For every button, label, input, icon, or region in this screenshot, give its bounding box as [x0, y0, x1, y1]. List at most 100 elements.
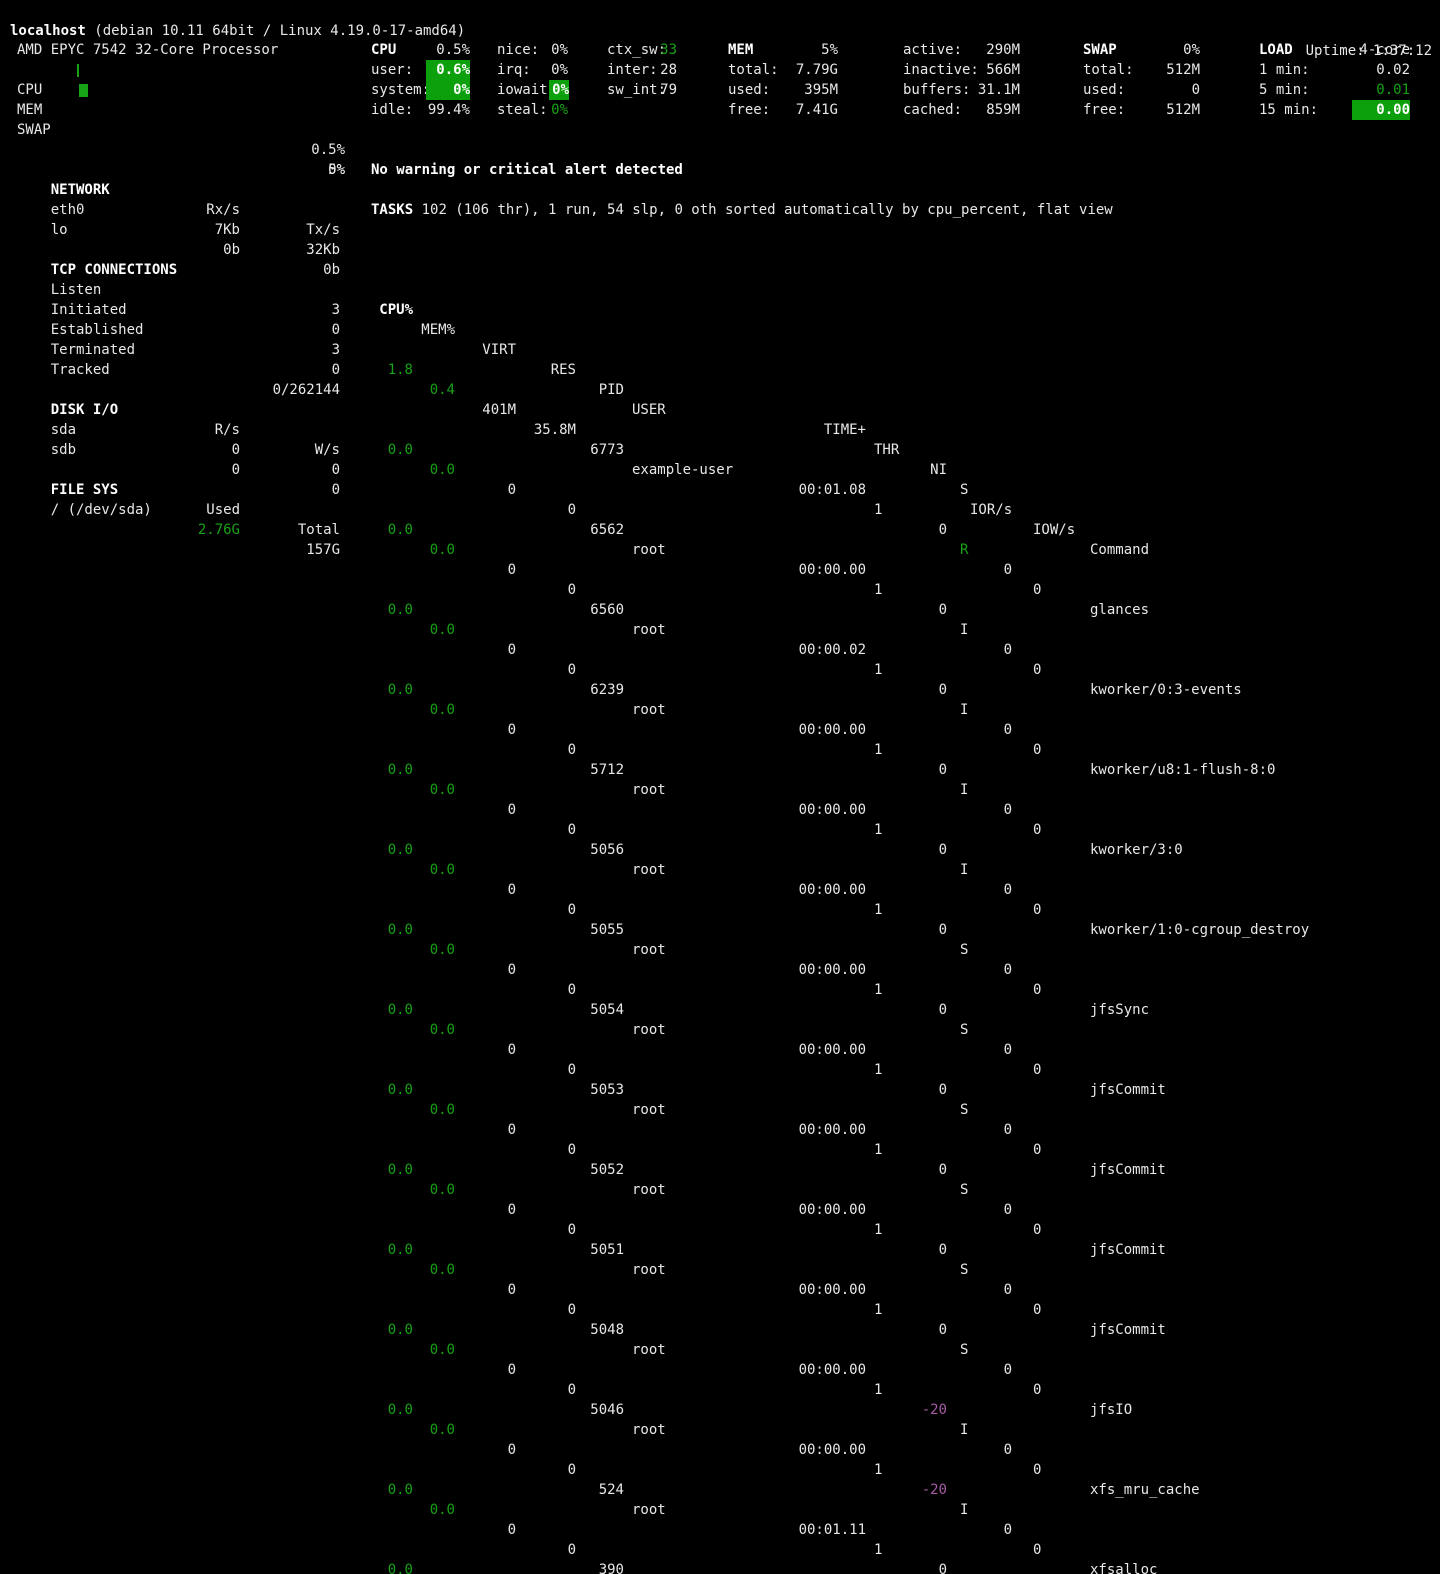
interface-name: lo — [51, 222, 68, 238]
swap-used-label: used: — [1083, 80, 1125, 100]
process-state: I — [960, 700, 968, 720]
process-mem-percent: 0.0 — [421, 1340, 455, 1360]
process-row: 1.8 0.4 401M 35.8M 6773 example-user 00:… — [0, 320, 1440, 340]
process-pid: 5055 — [580, 920, 624, 940]
process-command: glances — [1090, 600, 1149, 620]
load-15min-label: 15 min: — [1259, 100, 1318, 120]
process-threads: 1 — [874, 1540, 882, 1560]
cpu-title: CPU — [371, 40, 396, 60]
cpu-system-value: 0% — [426, 80, 470, 100]
swap-total-value: 512M — [1120, 60, 1200, 80]
process-io-write: 0 — [1033, 1380, 1041, 1400]
process-cpu-percent: 0.0 — [379, 1240, 413, 1260]
process-command: jfsSync — [1090, 1000, 1149, 1020]
terminal-glances[interactable]: { "colors": { "background": "#000000", "… — [0, 0, 1440, 787]
process-command: jfsCommit — [1090, 1320, 1166, 1340]
cpu-iowait-label: iowait: — [497, 80, 556, 100]
process-pid: 6562 — [580, 520, 624, 540]
process-mem-percent: 0.0 — [421, 780, 455, 800]
load-1min-value: 0.02 — [1330, 60, 1410, 80]
swap-used-value: 0 — [1120, 80, 1200, 100]
process-row: 0.0 0.0 0 0 5048 root 00:00.00 1 -20 I 0… — [0, 1200, 1440, 1220]
process-threads: 1 — [874, 1460, 882, 1480]
alert-message: No warning or critical alert detected — [371, 160, 683, 180]
process-cpu-percent: 0.0 — [379, 1000, 413, 1020]
process-nice: 0 — [905, 920, 947, 940]
process-nice: 0 — [905, 1240, 947, 1260]
process-row: 0.0 0.0 0 0 5053 root 00:00.00 1 0 S 0 0… — [0, 960, 1440, 980]
process-mem-percent: 0.0 — [421, 1100, 455, 1120]
swap-percent: 0% — [1120, 40, 1200, 60]
process-mem-percent: 0.0 — [421, 540, 455, 560]
process-state: I — [960, 860, 968, 880]
process-command: jfsCommit — [1090, 1240, 1166, 1260]
process-user: root — [632, 1100, 666, 1120]
load-15min-value: 0.00 — [1352, 100, 1410, 120]
mem-inactive-value: 566M — [940, 60, 1020, 80]
process-user: root — [632, 1180, 666, 1200]
process-state: S — [960, 1020, 968, 1040]
process-command: kworker/1:0-cgroup_destroy — [1090, 920, 1309, 940]
process-user: root — [632, 1340, 666, 1360]
process-state: S — [960, 1180, 968, 1200]
process-nice: 0 — [905, 1160, 947, 1180]
cpu-system-label: system: — [371, 80, 430, 100]
process-io-write: 0 — [1033, 660, 1041, 680]
process-nice: 0 — [905, 1560, 947, 1574]
process-cpu-percent: 0.0 — [379, 520, 413, 540]
process-io-write: 0 — [1033, 900, 1041, 920]
process-row: 0.0 0.0 0 0 6560 root 00:00.02 1 0 I 0 0… — [0, 480, 1440, 500]
process-nice: 0 — [905, 840, 947, 860]
process-res: 0 — [520, 660, 576, 680]
process-user: root — [632, 700, 666, 720]
process-cpu-percent: 0.0 — [379, 440, 413, 460]
process-user: example-user — [632, 460, 733, 480]
process-user: root — [632, 620, 666, 640]
cpu-idle-value: 99.4% — [398, 100, 470, 120]
process-threads: 1 — [874, 580, 882, 600]
network-row: eth0 7Kb 32Kb — [17, 180, 345, 200]
process-user: root — [632, 1420, 666, 1440]
process-threads: 1 — [874, 660, 882, 680]
process-res: 0 — [520, 500, 576, 520]
process-nice: 0 — [905, 1320, 947, 1340]
process-cpu-percent: 0.0 — [379, 840, 413, 860]
process-command: xfs_mru_cache — [1090, 1480, 1200, 1500]
process-state: S — [960, 1340, 968, 1360]
process-row: 0.0 0.0 0 0 6562 root 00:00.00 1 0 I 0 0… — [0, 400, 1440, 420]
process-rows: 1.8 0.4 401M 35.8M 6773 example-user 00:… — [0, 280, 1440, 1574]
process-res: 0 — [520, 1140, 576, 1160]
process-pid: 5048 — [580, 1320, 624, 1340]
process-user: root — [632, 860, 666, 880]
process-threads: 1 — [874, 1300, 882, 1320]
process-cpu-percent: 0.0 — [379, 760, 413, 780]
process-io-write: 0 — [1033, 980, 1041, 1000]
process-pid: 5712 — [580, 760, 624, 780]
process-mem-percent: 0.4 — [421, 380, 455, 400]
process-table-header: CPU% MEM% VIRT RES PID USER TIME+ THR NI… — [0, 260, 1440, 280]
process-state: S — [960, 940, 968, 960]
process-res: 0 — [520, 1460, 576, 1480]
tasks-summary-line: TASKS 102 (106 thr), 1 run, 54 slp, 0 ot… — [371, 200, 1113, 220]
process-row: 0.0 0.0 0 0 5046 root 00:00.00 1 -20 I 0… — [0, 1280, 1440, 1300]
process-threads: 1 — [874, 740, 882, 760]
process-row: 0.0 0.0 0 0 5052 root 00:00.00 1 0 S 0 0… — [0, 1040, 1440, 1060]
process-nice: -20 — [905, 1400, 947, 1420]
process-command: jfsCommit — [1090, 1080, 1166, 1100]
process-user: root — [632, 540, 666, 560]
tcp-header-row: TCP CONNECTIONS — [17, 240, 345, 260]
process-cpu-percent: 0.0 — [379, 600, 413, 620]
process-threads: 1 — [874, 900, 882, 920]
process-mem-percent: 0.0 — [421, 1420, 455, 1440]
process-mem-percent: 0.0 — [421, 620, 455, 640]
process-nice: -20 — [905, 1480, 947, 1500]
process-res: 0 — [520, 900, 576, 920]
swap-free-value: 512M — [1120, 100, 1200, 120]
process-pid: 5056 — [580, 840, 624, 860]
process-res: 35.8M — [520, 420, 576, 440]
process-state: S — [960, 1260, 968, 1280]
process-res: 0 — [520, 580, 576, 600]
process-threads: 1 — [874, 500, 882, 520]
network-header-row: NETWORK Rx/s Tx/s — [17, 160, 345, 180]
process-io-write: 0 — [1033, 1220, 1041, 1240]
